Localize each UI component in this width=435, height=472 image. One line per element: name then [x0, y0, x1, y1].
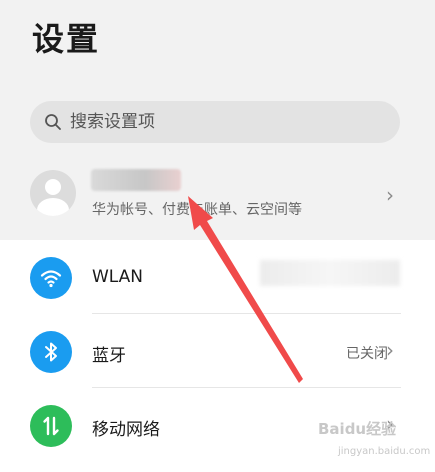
avatar [30, 170, 76, 216]
bluetooth-status: 已关闭 [346, 346, 388, 362]
settings-item-label: 移动网络 [92, 420, 160, 440]
search-input[interactable] [70, 112, 370, 132]
account-row[interactable]: 华为帐号、付费与账单、云空间等 › [0, 155, 435, 233]
settings-item-wlan[interactable]: WLAN [0, 240, 435, 314]
bluetooth-icon [30, 331, 72, 373]
search-bar[interactable] [30, 101, 400, 143]
wlan-value-redacted [260, 260, 400, 286]
mobile-data-icon [30, 405, 72, 447]
chevron-right-icon: › [386, 338, 394, 362]
settings-item-label: WLAN [92, 267, 144, 287]
page-title: 设置 [32, 20, 101, 58]
settings-item-label: 蓝牙 [92, 346, 126, 366]
settings-item-bluetooth[interactable]: 蓝牙 已关闭 › [0, 314, 435, 388]
search-icon [45, 114, 61, 130]
chevron-right-icon: › [386, 183, 394, 207]
watermark-logo: Baidu经验 [318, 420, 397, 438]
wifi-icon [30, 257, 72, 299]
watermark-url: jingyan.baidu.com [338, 446, 431, 457]
account-name-redacted [91, 169, 181, 191]
account-subtitle: 华为帐号、付费与账单、云空间等 [92, 202, 302, 218]
